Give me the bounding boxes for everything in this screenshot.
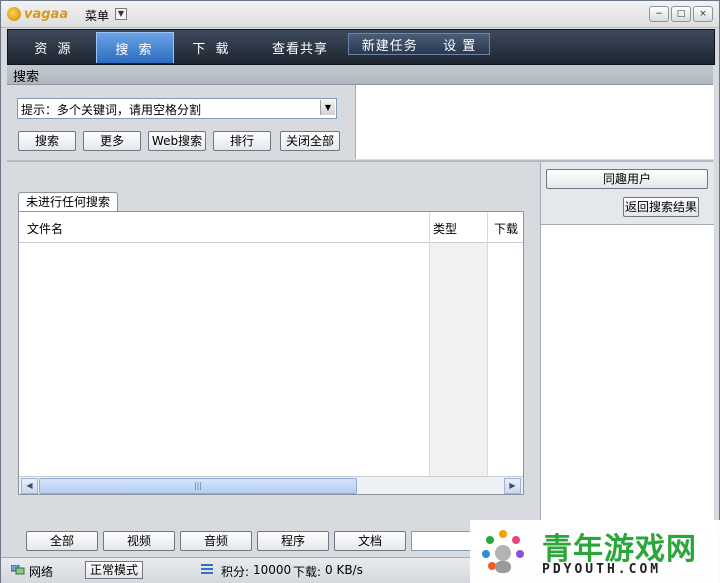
horizontal-scrollbar[interactable]: ◀ ||| ▶ [19,476,523,494]
column-divider [429,212,430,476]
search-hint: 提示：多个关键词，请用空格分割 [21,103,202,117]
task-settings-group: 新建任务 设 置 [348,33,490,55]
maximize-button[interactable]: □ [671,6,691,22]
close-button[interactable]: × [693,6,713,22]
tab-view-share[interactable]: 查看共享 [254,32,346,62]
scroll-right-icon[interactable]: ▶ [504,478,521,494]
scroll-thumb[interactable]: ||| [39,478,357,494]
section-header: 搜索 [7,65,713,85]
column-divider [487,212,488,476]
logo-text: vagaa [24,6,69,22]
column-type[interactable]: 类型 [433,220,457,237]
search-input[interactable]: 提示：多个关键词，请用空格分割 ▼ [17,98,337,119]
more-button[interactable]: 更多 [83,131,141,151]
same-interest-users-button[interactable]: 同趣用户 [546,169,708,189]
mode-button[interactable]: 正常模式 [85,561,143,579]
app-logo: vagaa [7,5,68,23]
filter-video-button[interactable]: 视频 [103,531,175,551]
search-panel: 提示：多个关键词，请用空格分割 ▼ 搜索 更多 Web搜索 排行 关闭全部 [7,85,353,159]
points-value: 10000 [253,563,292,577]
result-list[interactable]: 文件名 类型 下载 ◀ ||| ▶ [18,211,524,495]
logo-icon [7,7,21,21]
watermark-subtitle: PDYOUTH.COM [542,562,662,577]
search-info-panel [355,85,714,159]
watermark-logo-icon [482,530,524,573]
stats-icon [201,564,213,576]
network-icon [11,565,25,575]
watermark: 青年游戏网 PDYOUTH.COM [470,520,720,583]
app-window: vagaa 菜单 ▼ − □ × 资 源 搜 索 下 载 查看共享 新建任务 设… [0,0,720,583]
result-list-header: 文件名 类型 下载 [19,212,523,243]
minimize-button[interactable]: − [649,6,669,22]
section-title: 搜索 [13,70,40,85]
ranking-button[interactable]: 排行 [213,131,271,151]
tab-download[interactable]: 下 载 [174,32,250,62]
user-sidebar: 同趣用户 返回搜索结果 [540,162,714,530]
column-type-area [429,243,487,476]
filter-program-button[interactable]: 程序 [257,531,329,551]
user-list[interactable] [541,224,714,530]
tab-resources[interactable]: 资 源 [14,32,94,62]
search-button[interactable]: 搜索 [18,131,76,151]
chevron-down-icon[interactable]: ▼ [320,100,335,115]
title-bar: vagaa 菜单 ▼ − □ × [1,1,719,28]
column-filename[interactable]: 文件名 [27,220,63,237]
column-download[interactable]: 下载 [494,220,518,237]
web-search-button[interactable]: Web搜索 [148,131,206,151]
points-label: 积分: [221,565,250,579]
back-to-results-button[interactable]: 返回搜索结果 [623,197,699,217]
settings-button[interactable]: 设 置 [443,35,476,54]
filter-document-button[interactable]: 文档 [334,531,406,551]
tab-search[interactable]: 搜 索 [96,32,174,63]
filter-audio-button[interactable]: 音频 [180,531,252,551]
download-label: 下载: [293,565,322,579]
result-tab[interactable]: 未进行任何搜索 [18,192,119,212]
download-speed: 0 KB/s [325,563,363,577]
network-label: 网络 [29,565,54,579]
filter-all-button[interactable]: 全部 [26,531,98,551]
new-task-button[interactable]: 新建任务 [362,35,418,54]
close-all-button[interactable]: 关闭全部 [280,131,340,151]
main-menu[interactable]: 菜单 [85,7,109,24]
menu-dropdown-icon[interactable]: ▼ [115,8,127,20]
main-nav: 资 源 搜 索 下 载 查看共享 新建任务 设 置 [7,29,715,65]
scroll-left-icon[interactable]: ◀ [21,478,38,494]
